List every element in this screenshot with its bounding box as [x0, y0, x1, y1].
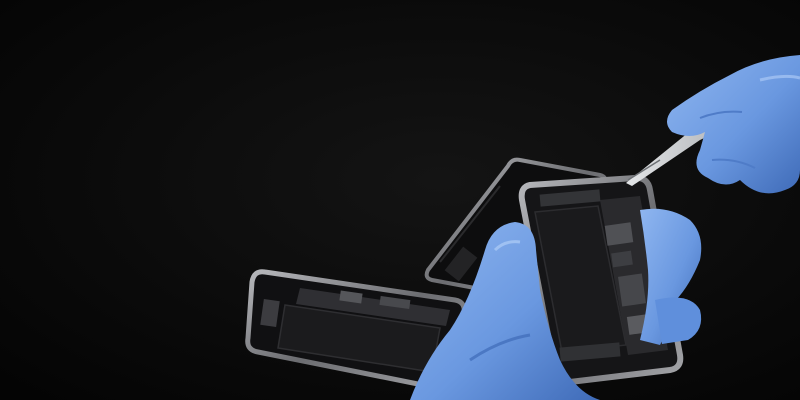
- chip: [604, 222, 634, 246]
- phone-repair-photo: [0, 0, 800, 400]
